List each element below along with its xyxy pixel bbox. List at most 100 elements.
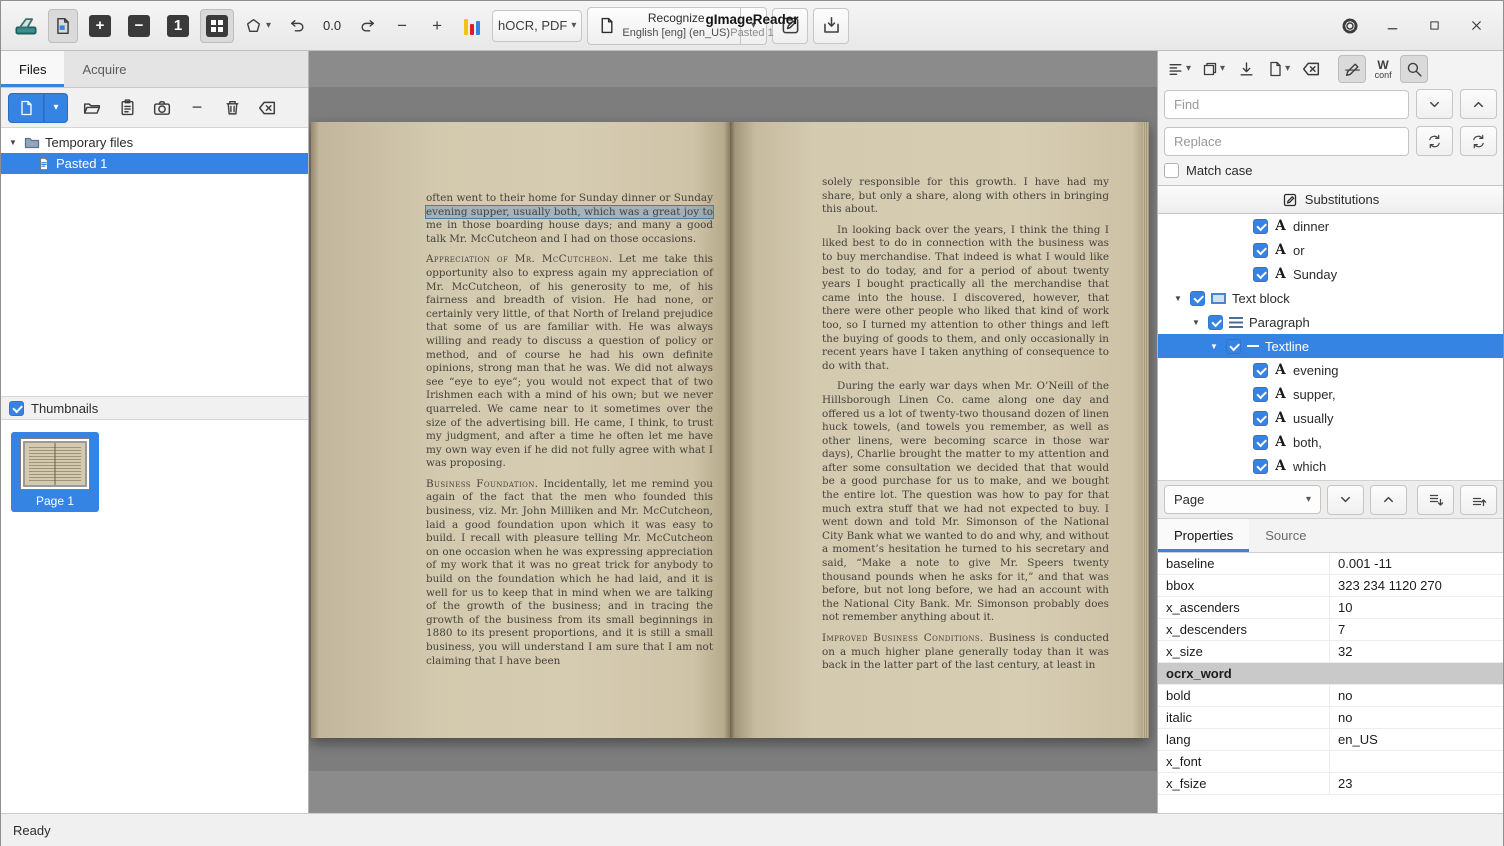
word-row[interactable]: Ausually — [1158, 406, 1503, 430]
word-checkbox[interactable] — [1253, 363, 1268, 378]
paragraph-row[interactable]: ▼Paragraph — [1158, 310, 1503, 334]
expander-icon[interactable]: ▼ — [7, 138, 19, 147]
delete-file-button[interactable] — [217, 93, 247, 123]
screenshot-button[interactable] — [147, 93, 177, 123]
rotate-right-button[interactable] — [352, 9, 382, 43]
block-checkbox[interactable] — [1190, 291, 1205, 306]
open-file-button[interactable] — [77, 93, 107, 123]
recognize-language-dropdown[interactable]: ▾ — [741, 7, 767, 45]
word-confidence-toggle[interactable]: Wconf — [1369, 55, 1397, 83]
word-row[interactable]: Asupper, — [1158, 382, 1503, 406]
word-row[interactable]: Aboth, — [1158, 430, 1503, 454]
property-row[interactable]: x_font — [1158, 751, 1503, 773]
paste-button[interactable] — [112, 93, 142, 123]
word-row[interactable]: Aevening — [1158, 358, 1503, 382]
expander-icon[interactable]: ▼ — [1190, 318, 1202, 327]
add-pasted-image-button[interactable] — [8, 93, 44, 123]
folder-icon — [24, 135, 40, 151]
increase-button[interactable]: + — [422, 9, 452, 43]
word-row[interactable]: Adinner — [1158, 214, 1503, 238]
word-checkbox[interactable] — [1253, 387, 1268, 402]
word-checkbox[interactable] — [1253, 435, 1268, 450]
caret-down-icon: ▾ — [571, 21, 576, 31]
previous-item-button[interactable] — [1370, 485, 1407, 515]
text-block-row[interactable]: ▼Text block — [1158, 286, 1503, 310]
zoom-fit-button[interactable] — [200, 9, 234, 43]
export-output-dropdown[interactable]: ▾ — [1198, 55, 1229, 83]
find-next-button[interactable] — [1416, 89, 1453, 119]
property-row[interactable]: italicno — [1158, 707, 1503, 729]
word-row[interactable]: Awhich — [1158, 454, 1503, 478]
save-output-button[interactable] — [1232, 55, 1260, 83]
files-tree-file-row[interactable]: Pasted 1 — [1, 153, 308, 174]
property-row[interactable]: x_descenders7 — [1158, 619, 1503, 641]
replace-all-button[interactable] — [1460, 126, 1497, 156]
property-row[interactable]: x_fsize23 — [1158, 773, 1503, 795]
word-checkbox[interactable] — [1253, 267, 1268, 282]
clear-files-button[interactable] — [252, 93, 282, 123]
expand-all-button[interactable] — [1417, 485, 1454, 515]
rotation-angle-value[interactable]: 0.0 — [317, 18, 347, 33]
menu-button[interactable] — [1337, 13, 1363, 39]
find-input[interactable] — [1164, 90, 1409, 119]
word-checkbox[interactable] — [1253, 411, 1268, 426]
clear-output-button[interactable] — [1297, 55, 1325, 83]
property-row[interactable]: x_ascenders10 — [1158, 597, 1503, 619]
property-row[interactable]: x_size32 — [1158, 641, 1503, 663]
property-value: 323 234 1120 270 — [1330, 575, 1503, 596]
tab-properties[interactable]: Properties — [1158, 519, 1249, 552]
decrease-button[interactable]: − — [387, 9, 417, 43]
rotate-left-button[interactable] — [282, 9, 312, 43]
expander-icon[interactable]: ▼ — [1172, 294, 1184, 303]
word-checkbox[interactable] — [1253, 459, 1268, 474]
find-previous-button[interactable] — [1460, 89, 1497, 119]
replace-button[interactable] — [1416, 126, 1453, 156]
expander-icon[interactable]: ▼ — [1208, 342, 1220, 351]
minimize-button[interactable] — [1379, 13, 1405, 39]
maximize-button[interactable] — [1421, 13, 1447, 39]
scanned-image[interactable]: often went to their home for Sunday dinn… — [309, 87, 1157, 771]
page-selector-dropdown[interactable]: Page▾ — [1164, 485, 1321, 514]
tab-acquire[interactable]: Acquire — [64, 51, 144, 87]
zoom-in-button[interactable]: + — [83, 9, 117, 43]
tab-source[interactable]: Source — [1249, 519, 1322, 552]
strike-words-toggle[interactable] — [1338, 55, 1366, 83]
textline-row[interactable]: ▼Textline — [1158, 334, 1503, 358]
match-case-checkbox[interactable] — [1164, 163, 1179, 178]
page-thumbnail[interactable]: Page 1 — [11, 432, 99, 512]
remove-file-button[interactable]: − — [182, 93, 212, 123]
open-output-dropdown[interactable]: ▾ — [1263, 55, 1294, 83]
recognize-button[interactable]: Recognize English [eng] (en_US) — [587, 7, 741, 45]
substitutions-button[interactable]: Substitutions — [1158, 185, 1503, 214]
textline-checkbox[interactable] — [1226, 339, 1241, 354]
rotate-mode-dropdown[interactable]: ▾ — [239, 9, 277, 43]
paragraph-checkbox[interactable] — [1208, 315, 1223, 330]
find-replace-toggle[interactable] — [1400, 55, 1428, 83]
zoom-original-button[interactable]: 1 — [161, 9, 195, 43]
show-page-tool-button[interactable] — [48, 9, 78, 43]
property-row[interactable]: bbox323 234 1120 270 — [1158, 575, 1503, 597]
next-item-button[interactable] — [1327, 485, 1364, 515]
image-controls-button[interactable] — [457, 9, 487, 43]
files-tree-root-row[interactable]: ▼ Temporary files — [1, 132, 308, 153]
replace-input[interactable] — [1164, 127, 1409, 156]
close-button[interactable] — [1463, 13, 1489, 39]
word-checkbox[interactable] — [1253, 243, 1268, 258]
property-row[interactable]: baseline0.001 -11 — [1158, 553, 1503, 575]
tab-files[interactable]: Files — [1, 51, 64, 87]
image-canvas[interactable]: often went to their home for Sunday dinn… — [309, 51, 1157, 813]
property-row[interactable]: boldno — [1158, 685, 1503, 707]
collapse-all-button[interactable] — [1460, 485, 1497, 515]
zoom-out-button[interactable]: − — [122, 9, 156, 43]
add-image-dropdown[interactable]: ▾ — [44, 93, 68, 123]
word-row[interactable]: ASunday — [1158, 262, 1503, 286]
insert-mode-dropdown[interactable]: ▾ — [1163, 55, 1195, 83]
word-checkbox[interactable] — [1253, 219, 1268, 234]
word-row[interactable]: Aor — [1158, 238, 1503, 262]
export-button[interactable] — [813, 8, 849, 44]
output-editor-button[interactable] — [772, 8, 808, 44]
selected-textline-highlight[interactable]: evening supper, usually both, which was … — [426, 206, 713, 218]
ocr-mode-dropdown[interactable]: hOCR, PDF▾ — [492, 10, 582, 42]
property-row[interactable]: langen_US — [1158, 729, 1503, 751]
thumbnails-checkbox[interactable] — [9, 401, 24, 416]
